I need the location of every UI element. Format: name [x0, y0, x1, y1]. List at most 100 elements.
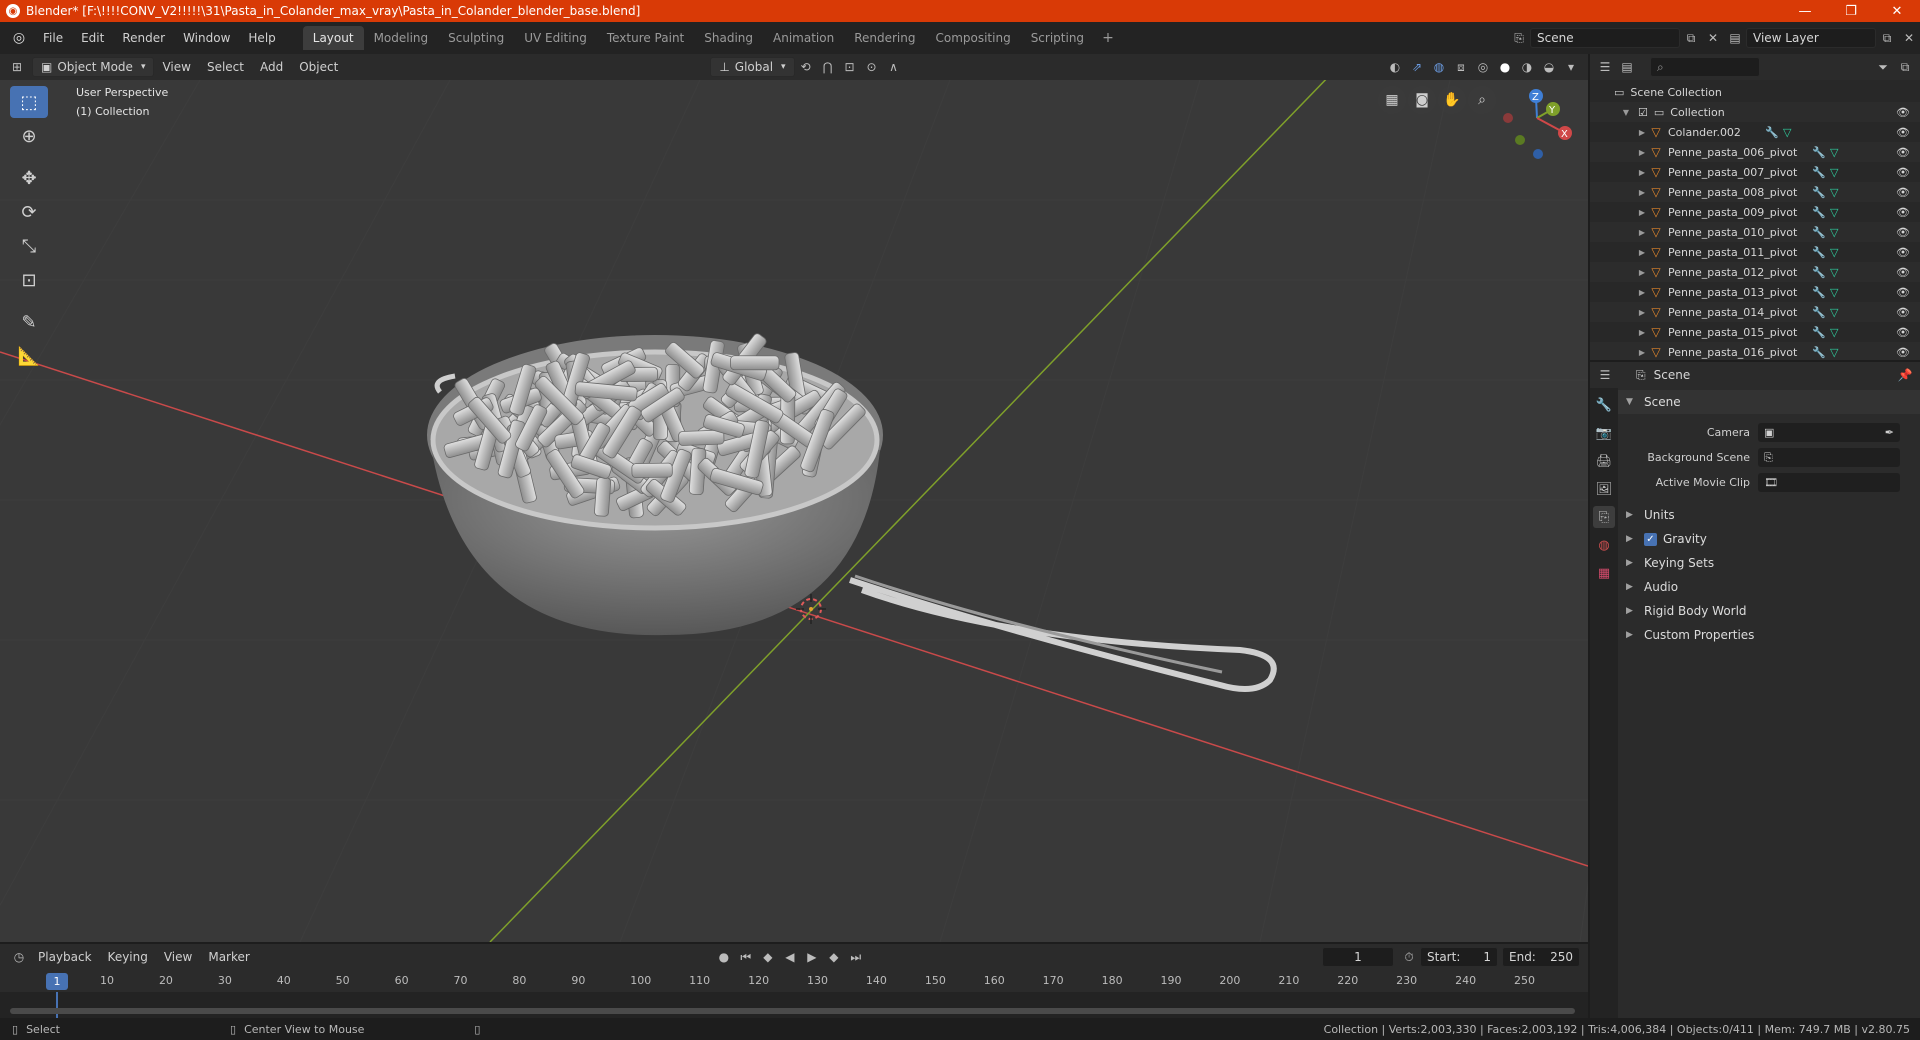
eye-icon[interactable]: 👁 [1896, 106, 1910, 119]
expand-caret-icon[interactable]: ▶ [1636, 248, 1648, 257]
outliner-object-row[interactable]: ▶ ▽ Penne_pasta_012_pivot 🔧 ▽ 👁 [1590, 262, 1920, 282]
eye-icon[interactable]: 👁 [1896, 226, 1910, 239]
eye-icon[interactable]: 👁 [1896, 166, 1910, 179]
outliner-collection[interactable]: ▼ ☑ ▭ Collection 👁 [1590, 102, 1920, 122]
mesh-data-icon[interactable]: ▽ [1830, 326, 1838, 339]
expand-caret-icon[interactable]: ▶ [1636, 128, 1648, 137]
eye-icon[interactable]: 👁 [1896, 246, 1910, 259]
measure-tool-icon[interactable]: 📐 [10, 340, 48, 372]
units-panel[interactable]: ▶ Units [1618, 503, 1920, 527]
gizmo-toggle-icon[interactable]: ⇗ [1406, 57, 1428, 77]
close-button[interactable]: ✕ [1874, 0, 1920, 22]
menu-window[interactable]: Window [174, 26, 239, 50]
delete-scene-icon[interactable]: ✕ [1702, 28, 1724, 48]
active-movie-clip-field[interactable]: 🎞 [1758, 473, 1900, 492]
timeline-scrollbar[interactable] [10, 1008, 1575, 1014]
tab-shading[interactable]: Shading [694, 26, 763, 50]
snap-icon[interactable]: ⋂ [817, 57, 839, 77]
audio-panel[interactable]: ▶ Audio [1618, 575, 1920, 599]
modifier-wrench-icon[interactable]: 🔧 [1812, 306, 1826, 319]
view-layer-tab-icon[interactable]: 🖼 [1593, 478, 1615, 500]
render-tab-icon[interactable]: 📷 [1593, 422, 1615, 444]
outliner-editor-type-icon[interactable]: ☰ [1594, 57, 1616, 77]
outliner-object-row[interactable]: ▶ ▽ Penne_pasta_013_pivot 🔧 ▽ 👁 [1590, 282, 1920, 302]
end-frame-field[interactable]: End: 250 [1502, 947, 1580, 967]
view-layer-field[interactable]: View Layer [1746, 28, 1876, 48]
proportional-edit-icon[interactable]: ⊙ [861, 57, 883, 77]
tab-animation[interactable]: Animation [763, 26, 844, 50]
pivot-point-icon[interactable]: ⟲ [795, 57, 817, 77]
eye-icon[interactable]: 👁 [1896, 266, 1910, 279]
eye-icon[interactable]: 👁 [1896, 286, 1910, 299]
select-box-tool-icon[interactable]: ⬚ [10, 86, 48, 118]
eye-icon[interactable]: 👁 [1896, 126, 1910, 139]
modifier-wrench-icon[interactable]: 🔧 [1812, 226, 1826, 239]
solid-shading-icon[interactable]: ● [1494, 57, 1516, 77]
custom-properties-panel[interactable]: ▶ Custom Properties [1618, 623, 1920, 647]
expand-caret-icon[interactable]: ▼ [1620, 108, 1632, 117]
rotate-tool-icon[interactable]: ⟳ [10, 196, 48, 228]
outliner-search-input[interactable]: ⌕ [1650, 57, 1760, 77]
xray-icon[interactable]: ⧈ [1450, 57, 1472, 77]
expand-caret-icon[interactable]: ▶ [1636, 188, 1648, 197]
start-frame-field[interactable]: Start: 1 [1420, 947, 1498, 967]
scene-selector-icon[interactable]: ⎘ [1508, 28, 1530, 48]
editor-type-icon[interactable]: ⊞ [6, 57, 28, 77]
annotate-tool-icon[interactable]: ✎ [10, 306, 48, 338]
outliner-scene-collection[interactable]: ▭ Scene Collection [1590, 82, 1920, 102]
menu-file[interactable]: File [34, 26, 72, 50]
expand-caret-icon[interactable]: ▶ [1636, 328, 1648, 337]
eye-icon[interactable]: 👁 [1896, 146, 1910, 159]
menu-object[interactable]: Object [291, 60, 346, 74]
wireframe-shading-icon[interactable]: ◎ [1472, 57, 1494, 77]
modifier-wrench-icon[interactable]: 🔧 [1812, 206, 1826, 219]
camera-field[interactable]: ▣ ✒ [1758, 423, 1900, 442]
eye-icon[interactable]: 👁 [1896, 306, 1910, 319]
menu-keying[interactable]: Keying [100, 950, 156, 964]
tab-sculpting[interactable]: Sculpting [438, 26, 514, 50]
jump-end-icon[interactable]: ⏭ [845, 947, 867, 967]
eye-icon[interactable]: 👁 [1896, 326, 1910, 339]
object-mode-dropdown[interactable]: ▣ Object Mode ▾ [32, 57, 155, 77]
tab-texture-paint[interactable]: Texture Paint [597, 26, 694, 50]
modifier-wrench-icon[interactable]: 🔧 [1812, 246, 1826, 259]
gravity-panel[interactable]: ▶ ✓ Gravity [1618, 527, 1920, 551]
mesh-data-icon[interactable]: ▽ [1830, 266, 1838, 279]
filter-icon[interactable]: ⏷ [1872, 57, 1894, 77]
mesh-data-icon[interactable]: ▽ [1830, 166, 1838, 179]
minimize-button[interactable]: — [1782, 0, 1828, 22]
expand-caret-icon[interactable]: ▶ [1636, 228, 1648, 237]
outliner-object-row[interactable]: ▶ ▽ Penne_pasta_015_pivot 🔧 ▽ 👁 [1590, 322, 1920, 342]
modifier-wrench-icon[interactable]: 🔧 [1812, 286, 1826, 299]
modifier-wrench-icon[interactable]: 🔧 [1812, 266, 1826, 279]
expand-caret-icon[interactable]: ▶ [1636, 168, 1648, 177]
gravity-checkbox[interactable]: ✓ [1644, 532, 1657, 546]
next-keyframe-icon[interactable]: ◆ [823, 947, 845, 967]
expand-caret-icon[interactable]: ▶ [1636, 148, 1648, 157]
modifier-wrench-icon[interactable]: 🔧 [1812, 346, 1826, 359]
outliner-object-row[interactable]: ▶ ▽ Penne_pasta_009_pivot 🔧 ▽ 👁 [1590, 202, 1920, 222]
mesh-data-icon[interactable]: ▽ [1830, 346, 1838, 359]
properties-editor-type-icon[interactable]: ☰ [1594, 365, 1616, 385]
transform-orientation-dropdown[interactable]: ⊥ Global ▾ [710, 57, 795, 77]
transform-tool-icon[interactable]: ⊡ [10, 264, 48, 296]
outliner-object-row[interactable]: ▶ ▽ Penne_pasta_006_pivot 🔧 ▽ 👁 [1590, 142, 1920, 162]
overlay-toggle-icon[interactable]: ◍ [1428, 57, 1450, 77]
shading-options-icon[interactable]: ▾ [1560, 57, 1582, 77]
prev-keyframe-icon[interactable]: ◆ [757, 947, 779, 967]
menu-select[interactable]: Select [199, 60, 252, 74]
outliner-object-row[interactable]: ▶ ▽ Colander.002 🔧 ▽ 👁 [1590, 122, 1920, 142]
viewport-canvas[interactable]: Z Y X [0, 80, 1588, 942]
tab-scripting[interactable]: Scripting [1021, 26, 1094, 50]
eye-icon[interactable]: 👁 [1896, 186, 1910, 199]
current-frame-indicator[interactable]: 1 [46, 973, 68, 990]
3d-viewport[interactable]: Z Y X ▦ ◙ ✋ ⌕ [0, 80, 1588, 942]
expand-caret-icon[interactable]: ▶ [1636, 288, 1648, 297]
menu-marker[interactable]: Marker [200, 950, 257, 964]
world-tab-icon[interactable]: ◍ [1593, 534, 1615, 556]
mesh-data-icon[interactable]: ▽ [1830, 286, 1838, 299]
zoom-icon[interactable]: ⌕ [1468, 86, 1496, 114]
outliner-object-row[interactable]: ▶ ▽ Penne_pasta_016_pivot 🔧 ▽ 👁 [1590, 342, 1920, 360]
current-frame-field[interactable]: 1 [1322, 947, 1394, 967]
eyedropper-icon[interactable]: ✒ [1885, 426, 1894, 439]
